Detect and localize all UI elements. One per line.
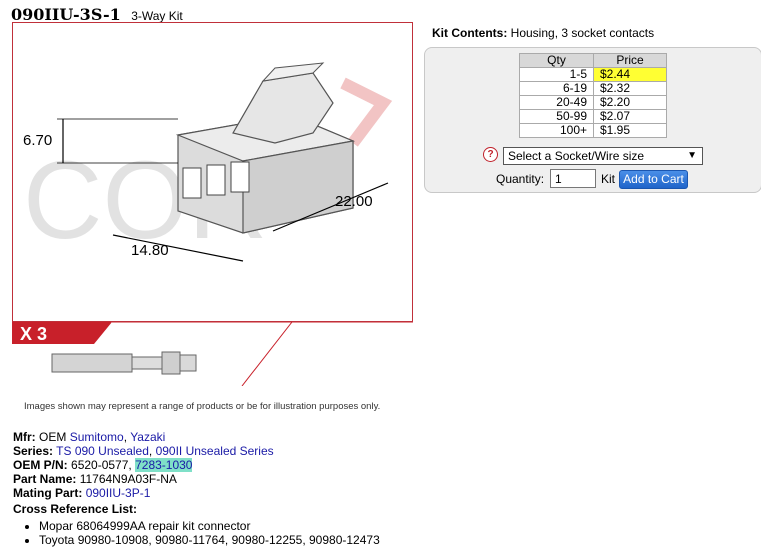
quantity-badge-text: X 3 — [20, 324, 47, 344]
price-qty: 20-49 — [519, 95, 594, 110]
dim-length-label: 22.00 — [335, 193, 373, 210]
unit-label: Kit — [601, 172, 616, 186]
price-value: $2.07 — [593, 109, 667, 124]
socket-contact-image: X 3 — [12, 321, 413, 387]
qty-header: Qty — [519, 53, 594, 68]
socket-select-value: Select a Socket/Wire size — [508, 149, 645, 163]
kit-contents-value: Housing, 3 socket contacts — [510, 26, 655, 40]
series-link-090ii[interactable]: 090II Unsealed Series — [156, 444, 274, 458]
part-subtitle: 3-Way Kit — [131, 9, 183, 23]
price-header: Price — [593, 53, 667, 68]
help-icon[interactable]: ? — [483, 147, 498, 162]
mfr-prefix: OEM — [39, 430, 67, 444]
part-name-line: Part Name: 11764N9A03F-NA — [13, 472, 380, 486]
contact-drawing: X 3 — [12, 321, 413, 387]
mating-part-line: Mating Part: 090IIU-3P-1 — [13, 486, 380, 500]
series-line: Series: TS 090 Unsealed, 090II Unsealed … — [13, 444, 274, 458]
oem-pn-line: OEM P/N: 6520-0577, 7283-1030 — [13, 458, 380, 472]
price-table: Qty Price 1-5 $2.44 6-19 $2.32 20-49 $2.… — [519, 53, 667, 138]
dim-height-label: 6.70 — [23, 132, 52, 149]
price-row: 50-99 $2.07 — [519, 109, 667, 124]
watermark-logo-mark — [340, 77, 393, 147]
mfr-link-yazaki[interactable]: Yazaki — [130, 430, 165, 444]
dim-width-label: 14.80 — [131, 242, 169, 259]
image-disclaimer: Images shown may represent a range of pr… — [24, 401, 381, 412]
connector-drawing: COR 6.70 22.00 14.80 — [23, 62, 393, 262]
price-row: 100+ $1.95 — [519, 123, 667, 138]
price-row: 6-19 $2.32 — [519, 81, 667, 96]
kit-contents-label: Kit Contents: — [432, 26, 508, 40]
series-label: Series: — [13, 444, 54, 458]
mfr-label: Mfr: — [13, 430, 36, 444]
quantity-label: Quantity: — [496, 172, 545, 186]
price-value: $2.20 — [593, 95, 667, 110]
price-value: $2.32 — [593, 81, 667, 96]
part-name-label: Part Name: — [13, 472, 77, 486]
socket-size-select[interactable]: Select a Socket/Wire size ▼ — [503, 147, 703, 165]
price-row: 1-5 $2.44 — [519, 67, 667, 82]
list-item: Toyota 90980-10908, 90980-11764, 90980-1… — [39, 533, 380, 547]
price-value: $1.95 — [593, 123, 667, 138]
price-value: $2.44 — [593, 67, 667, 82]
mfr-line: Mfr: OEM Sumitomo, Yazaki — [13, 430, 166, 444]
cavity-1 — [182, 167, 202, 199]
chevron-down-icon: ▼ — [687, 150, 697, 161]
price-row: 20-49 $2.20 — [519, 95, 667, 110]
cavity-2 — [206, 164, 226, 196]
mating-part-label: Mating Part: — [13, 486, 83, 500]
product-image[interactable]: COR 6.70 22.00 14.80 — [12, 22, 413, 322]
cross-reference-title: Cross Reference List: — [13, 502, 138, 516]
price-box: Qty Price 1-5 $2.44 6-19 $2.32 20-49 $2.… — [424, 47, 761, 193]
mating-part-link[interactable]: 090IIU-3P-1 — [86, 486, 151, 500]
contact-body — [51, 353, 133, 373]
price-qty: 6-19 — [519, 81, 594, 96]
part-details: Mfr: OEM Sumitomo, Yazaki Series: TS 090… — [13, 430, 380, 547]
oem-pn-link[interactable]: 7283-1030 — [135, 458, 193, 472]
list-item: Mopar 68064999AA repair kit connector — [39, 519, 380, 533]
oem-pn-label: OEM P/N: — [13, 458, 68, 472]
price-qty: 50-99 — [519, 109, 594, 124]
add-to-cart-button[interactable]: Add to Cart — [619, 170, 688, 189]
oem-pn-text: 6520-0577, — [71, 458, 132, 472]
cross-reference-list: Mopar 68064999AA repair kit connector To… — [13, 519, 380, 547]
price-qty: 100+ — [519, 123, 594, 138]
part-name-value: 11764N9A03F-NA — [79, 472, 177, 486]
mfr-link-sumitomo[interactable]: Sumitomo — [70, 430, 124, 444]
quantity-input[interactable] — [550, 169, 596, 188]
series-link-ts090[interactable]: TS 090 Unsealed — [56, 444, 149, 458]
cavity-3 — [230, 161, 250, 193]
kit-contents: Kit Contents: Housing, 3 socket contacts — [432, 26, 654, 40]
price-qty: 1-5 — [519, 67, 594, 82]
